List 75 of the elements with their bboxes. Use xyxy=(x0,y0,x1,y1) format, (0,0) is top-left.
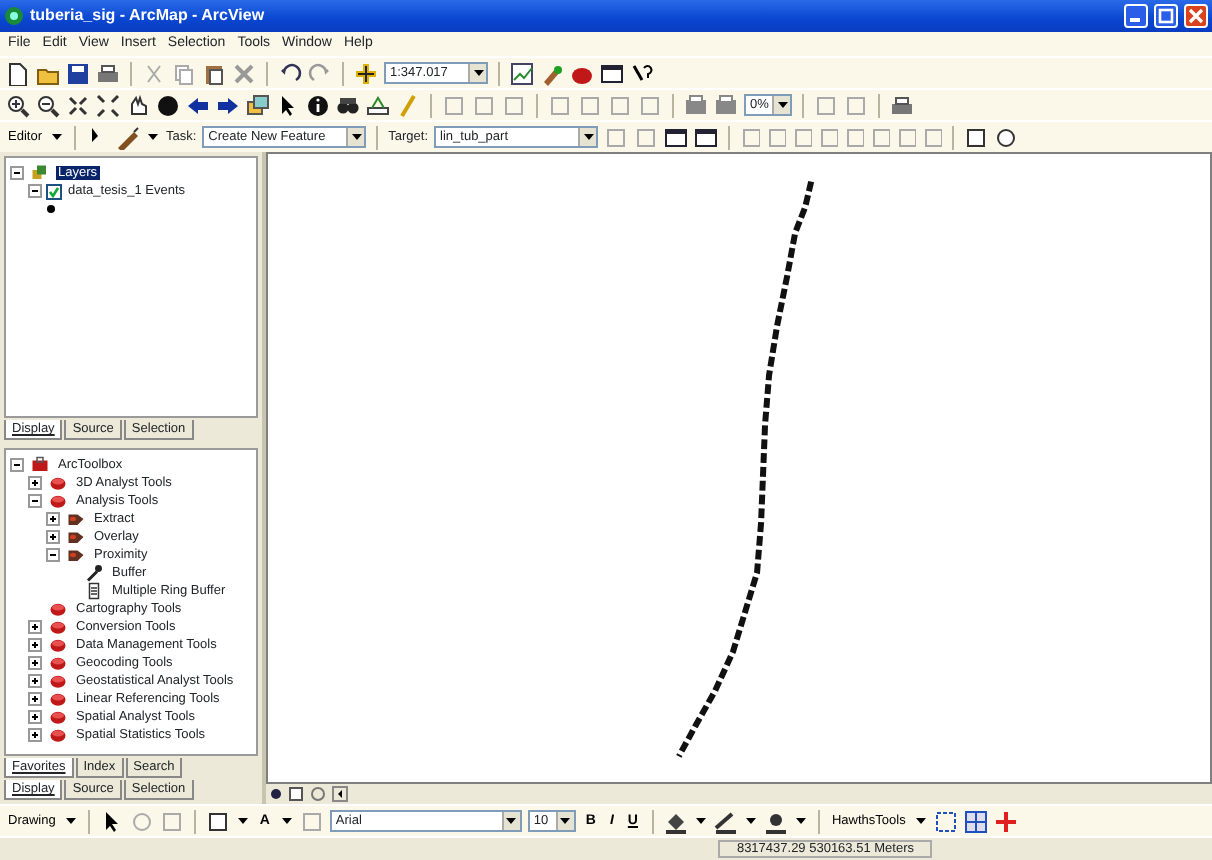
expander-icon[interactable] xyxy=(28,638,42,652)
window-icon[interactable] xyxy=(694,125,719,149)
expander-icon[interactable] xyxy=(10,458,24,472)
expander-icon[interactable] xyxy=(10,166,24,180)
close-button[interactable] xyxy=(1184,4,1208,28)
window-title: tuberia_sig - ArcMap - ArcView xyxy=(30,6,267,26)
binoculars-icon[interactable] xyxy=(336,93,360,117)
close-icon xyxy=(1186,6,1206,26)
caret-icon[interactable] xyxy=(349,130,364,144)
zoom-out-icon[interactable] xyxy=(36,93,60,117)
pointer-icon[interactable] xyxy=(276,93,300,117)
scroll-arrow-icon[interactable] xyxy=(332,786,348,802)
caret-icon[interactable] xyxy=(581,130,596,144)
caret-icon[interactable] xyxy=(693,814,708,828)
maximize-button[interactable] xyxy=(1154,4,1178,28)
expander-icon[interactable] xyxy=(46,512,60,526)
hammer-icon xyxy=(82,564,106,582)
clipboard-icon[interactable] xyxy=(202,61,226,85)
sketch-tool-icon[interactable] xyxy=(115,125,140,149)
circle-icon[interactable] xyxy=(994,125,1019,149)
expander-icon[interactable] xyxy=(28,728,42,742)
caret-icon[interactable] xyxy=(743,814,758,828)
expander-icon[interactable] xyxy=(28,494,42,508)
back-arrow-icon[interactable] xyxy=(186,93,210,117)
minimize-button[interactable] xyxy=(1124,4,1148,28)
window-icon[interactable] xyxy=(664,125,689,149)
printer-icon[interactable] xyxy=(890,93,914,117)
caret-icon[interactable] xyxy=(793,814,808,828)
undo-icon[interactable] xyxy=(278,61,302,85)
window-icon[interactable] xyxy=(600,61,624,85)
layers-icon xyxy=(28,164,52,182)
printer-icon[interactable] xyxy=(96,61,120,85)
caret-icon[interactable] xyxy=(775,98,789,112)
expander-icon[interactable] xyxy=(28,710,42,724)
point-symbol-icon xyxy=(46,204,56,214)
expander-icon[interactable] xyxy=(28,692,42,706)
maximize-icon xyxy=(1156,6,1176,26)
expander-icon[interactable] xyxy=(28,674,42,688)
caret-icon[interactable] xyxy=(235,814,250,828)
expander-icon[interactable] xyxy=(28,476,42,490)
crosshair-icon[interactable] xyxy=(993,809,1018,833)
caret-icon[interactable] xyxy=(504,814,519,828)
save-icon[interactable] xyxy=(66,61,90,85)
identify-icon[interactable] xyxy=(306,93,330,117)
expander-icon[interactable] xyxy=(46,530,60,544)
expander-icon[interactable] xyxy=(46,548,60,562)
caret-icon[interactable] xyxy=(145,130,160,144)
expander-icon[interactable] xyxy=(28,184,42,198)
expander-icon[interactable] xyxy=(28,620,42,634)
help-icon[interactable] xyxy=(630,61,654,85)
square-icon[interactable] xyxy=(964,125,989,149)
select-box-icon[interactable] xyxy=(933,809,958,833)
zoom-in-icon[interactable] xyxy=(6,93,30,117)
square-icon[interactable] xyxy=(205,809,230,833)
forward-arrow-icon[interactable] xyxy=(216,93,240,117)
fill-color-icon[interactable] xyxy=(663,809,688,833)
toolset-icon xyxy=(64,510,88,528)
caret-icon[interactable] xyxy=(558,814,573,828)
marker-color-icon[interactable] xyxy=(763,809,788,833)
app-icon xyxy=(4,6,24,26)
caret-icon[interactable] xyxy=(49,130,64,144)
expander-icon[interactable] xyxy=(28,656,42,670)
checkbox[interactable] xyxy=(46,183,62,199)
page-icon[interactable] xyxy=(684,93,708,117)
caret-icon[interactable] xyxy=(471,66,485,80)
add-data-icon[interactable] xyxy=(354,61,378,85)
caret-icon[interactable] xyxy=(913,814,928,828)
layers-icon[interactable] xyxy=(246,93,270,117)
caret-icon[interactable] xyxy=(279,814,294,828)
layout-view-icon[interactable] xyxy=(288,786,304,802)
chart-icon[interactable] xyxy=(510,61,534,85)
grid-icon[interactable] xyxy=(963,809,988,833)
line-color-icon[interactable] xyxy=(713,809,738,833)
caret-icon[interactable] xyxy=(63,814,78,828)
page-icon[interactable] xyxy=(714,93,738,117)
